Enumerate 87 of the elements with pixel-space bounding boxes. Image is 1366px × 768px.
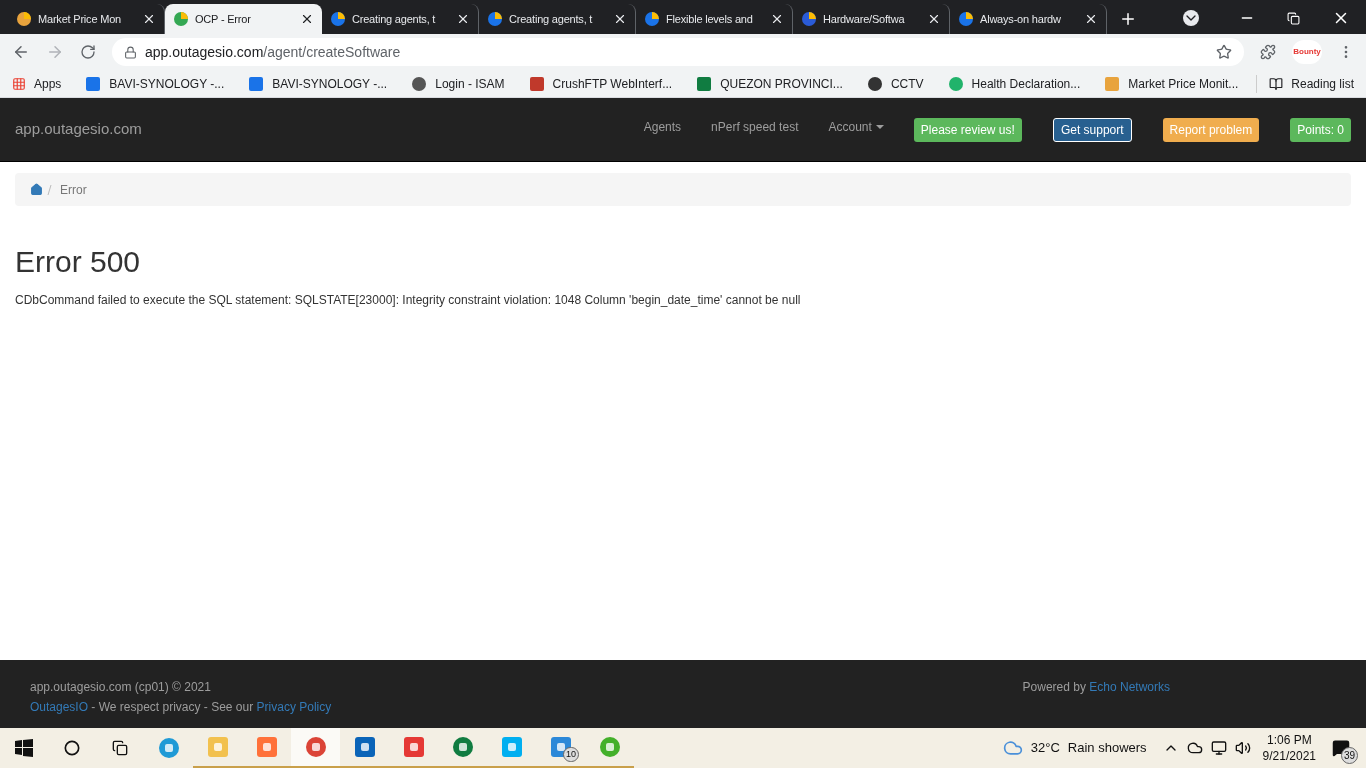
weather-text[interactable]: Rain showers: [1067, 738, 1147, 758]
bookmark-favicon-icon: [85, 75, 102, 92]
copyright-text: app.outagesio.com (cp01) © 2021: [30, 679, 212, 696]
powered-by-text: Powered by Echo Networks: [1022, 679, 1170, 696]
home-icon[interactable]: [30, 183, 43, 196]
bookmark[interactable]: Apps: [12, 74, 62, 93]
extensions-icon[interactable]: [1260, 44, 1276, 60]
bookmark[interactable]: BAVI-SYNOLOGY -...: [85, 74, 225, 93]
reading-list[interactable]: Reading list: [1256, 74, 1354, 93]
nav-link[interactable]: Agents: [643, 117, 682, 136]
volume-icon[interactable]: [1234, 740, 1251, 756]
favicon-icon: [16, 11, 32, 27]
privacy-policy-link[interactable]: Privacy Policy: [256, 700, 332, 714]
url-text: app.outagesio.com/agent/createSoftware: [145, 42, 402, 62]
bookmark[interactable]: Login - ISAM: [411, 74, 505, 93]
weather-temp[interactable]: 32°C: [1030, 738, 1060, 758]
back-icon[interactable]: [12, 43, 30, 61]
privacy-text: OutagesIO - We respect privacy - See our Privacy Policy: [30, 699, 332, 716]
search-icon[interactable]: [64, 740, 80, 756]
outagesio-link[interactable]: OutagesIO: [30, 700, 89, 714]
bookmark-favicon-icon: [866, 75, 883, 92]
taskbar-app[interactable]: [291, 728, 340, 768]
apps-grid-icon: [12, 76, 26, 91]
close-icon[interactable]: [770, 12, 784, 26]
bookmark-favicon-icon: [947, 75, 964, 92]
tab-title: OCP - Error: [195, 11, 252, 27]
tab-title: Flexible levels and: [666, 11, 754, 27]
favicon-icon: [330, 11, 346, 27]
bookmark-favicon-icon: [411, 75, 428, 92]
reload-icon[interactable]: [80, 44, 96, 60]
bookmark[interactable]: CCTV: [866, 74, 924, 93]
windows-start-icon[interactable]: [15, 739, 33, 757]
breadcrumb-separator-icon: [47, 184, 52, 195]
close-icon[interactable]: [142, 12, 156, 26]
favicon-icon: [644, 11, 660, 27]
close-icon[interactable]: [300, 12, 314, 26]
favicon-icon: [173, 11, 189, 27]
nav-link[interactable]: nPerf speed test: [711, 117, 799, 136]
restore-icon[interactable]: [1287, 12, 1300, 25]
brand[interactable]: app.outagesio.com: [15, 118, 142, 141]
favicon-icon: [487, 11, 503, 27]
bookmark[interactable]: Health Declaration...: [947, 74, 1081, 93]
caret-icon: [875, 124, 884, 129]
new-tab-icon[interactable]: [1119, 10, 1137, 28]
address-bar[interactable]: app.outagesio.com/agent/createSoftware: [112, 38, 1244, 66]
tab-search-icon[interactable]: [1183, 10, 1199, 26]
favicon-icon: [958, 11, 974, 27]
bookmark-favicon-icon: [696, 75, 713, 92]
browser-tab[interactable]: OCP - Error: [165, 4, 322, 34]
nav-link[interactable]: Account: [828, 117, 884, 136]
notification-count: 39: [1340, 747, 1358, 764]
app-icon: [205, 735, 230, 759]
taskbar-app[interactable]: 10: [536, 728, 585, 768]
clock[interactable]: 1:06 PM 9/21/2021: [1262, 732, 1316, 764]
error-message: CDbCommand failed to execute the SQL statement: SQLSTATE[23000]: Integrity constraint violation: 1048 Column 'begin_date_time' cannot be null: [15, 292, 802, 309]
app-icon: [499, 735, 524, 759]
tab-title: Market Price Mon: [38, 11, 122, 27]
close-icon[interactable]: [1084, 12, 1098, 26]
network-icon[interactable]: [1210, 740, 1227, 756]
app-icon: [401, 735, 426, 759]
bookmark[interactable]: BAVI-SYNOLOGY -...: [248, 74, 388, 93]
tab-title: Creating agents, t: [509, 11, 594, 27]
lock-icon: [124, 45, 137, 59]
tab-title: Creating agents, t: [352, 11, 437, 27]
favicon-icon: [801, 11, 817, 27]
close-icon[interactable]: [613, 12, 627, 26]
echo-networks-link[interactable]: Echo Networks: [1089, 680, 1170, 694]
bookmark-favicon-icon: [528, 75, 545, 92]
bookmark-favicon-icon: [248, 75, 265, 92]
bookmark-favicon-icon: [1104, 75, 1121, 92]
nav-button[interactable]: Get support: [1052, 117, 1132, 142]
bookmark[interactable]: CrushFTP WebInterf...: [528, 74, 673, 93]
profile-avatar[interactable]: Bounty: [1292, 40, 1322, 64]
app-icon: [254, 735, 279, 759]
error-title: Error 500: [15, 244, 142, 280]
bookmark-star-icon[interactable]: [1216, 44, 1232, 60]
weather-icon[interactable]: [1002, 738, 1023, 758]
bookmark[interactable]: QUEZON PROVINCI...: [696, 74, 843, 93]
tab-title: Always-on hardw: [980, 11, 1062, 27]
reading-list-icon: [1269, 76, 1284, 91]
app-icon: [352, 735, 377, 759]
bookmark[interactable]: Market Price Monit...: [1104, 74, 1239, 93]
tab-title: Hardware/Softwa: [823, 11, 906, 27]
task-view-icon[interactable]: [112, 740, 128, 756]
close-icon[interactable]: [456, 12, 470, 26]
close-icon[interactable]: [927, 12, 941, 26]
breadcrumb-item: Error: [60, 181, 87, 199]
